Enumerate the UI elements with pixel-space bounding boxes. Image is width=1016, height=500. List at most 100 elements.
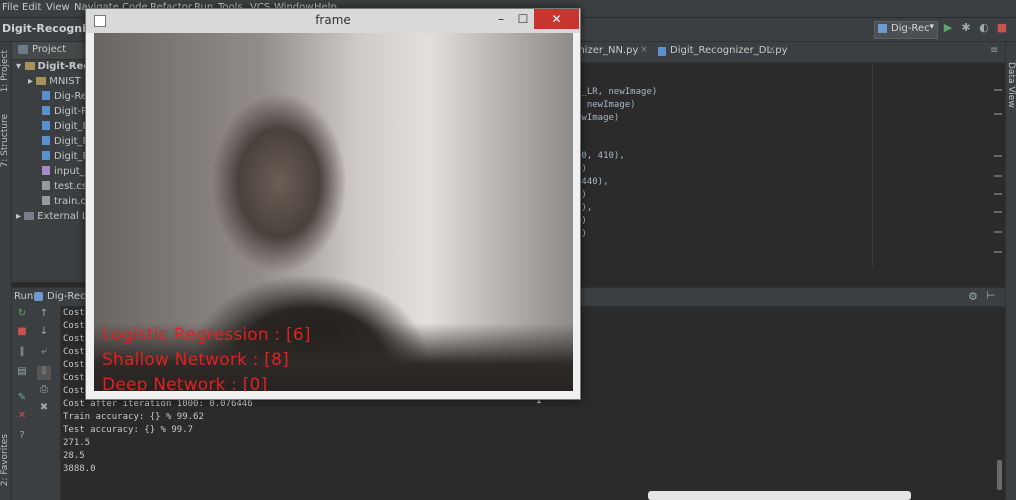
python-file-icon <box>658 47 666 56</box>
close-icon[interactable]: ✕ <box>15 410 29 424</box>
pause-icon[interactable]: ‖ <box>15 346 29 360</box>
folder-icon <box>24 62 35 70</box>
debug-icon[interactable]: ✱ <box>958 21 974 37</box>
code-line: 10, 410), <box>576 151 625 161</box>
stop-icon[interactable]: ■ <box>994 21 1010 37</box>
scroll-to-end-icon[interactable]: ⇩ <box>37 366 51 380</box>
editor-tabs: gnizer_NN.py × Digit_Recognizer_DL.py × … <box>570 42 1005 63</box>
favorites-tool-tab[interactable]: 2: Favorites <box>0 434 10 486</box>
right-margin-guide <box>872 63 873 268</box>
console-line: 28.5 <box>63 451 85 461</box>
console-line: Train accuracy: {} % 99.62 <box>63 412 204 422</box>
run-icon[interactable]: ▶ <box>940 21 956 37</box>
tree-item-label: MNIST <box>49 76 81 87</box>
project-icon <box>18 45 28 54</box>
python-file-icon <box>42 91 50 100</box>
console-line: Cost <box>63 334 85 344</box>
soft-wrap-icon[interactable]: ⤶ <box>37 346 51 360</box>
menu-file[interactable]: File <box>2 2 19 13</box>
code-line: , newImage) <box>576 100 636 110</box>
frame-title-bar[interactable]: frame – ☐ ✕ <box>86 9 580 33</box>
data-view-tool-tab[interactable]: Data View <box>1006 62 1016 108</box>
print-icon[interactable]: ⎙ <box>37 384 51 398</box>
maximize-button[interactable]: ☐ <box>512 9 534 29</box>
code-line: b_LR, newImage) <box>576 87 658 97</box>
collapse-icon: ▸ <box>28 76 37 87</box>
pin-icon[interactable]: ✎ <box>15 392 29 406</box>
gear-icon[interactable]: ⚙ <box>968 290 978 303</box>
folder-icon <box>36 77 47 85</box>
python-file-icon <box>42 151 50 160</box>
coverage-icon[interactable]: ◐ <box>976 21 992 37</box>
minimize-button[interactable]: – <box>490 9 512 29</box>
image-file-icon <box>42 166 50 175</box>
help-icon[interactable]: ? <box>15 430 29 444</box>
down-arrow-icon[interactable]: ↓ <box>37 326 51 340</box>
console-line: Cost <box>63 321 85 331</box>
error-stripe-mark[interactable] <box>994 231 1002 233</box>
project-panel: Project ▾ Digit-Reco ▸ MNIST Dig-Rec Dig… <box>12 42 97 282</box>
stop-icon[interactable]: ■ <box>15 326 29 340</box>
python-icon <box>34 292 43 301</box>
up-arrow-icon[interactable]: ↑ <box>37 308 51 322</box>
hide-panel-icon[interactable]: ⊢ <box>986 289 996 302</box>
console-line: Cost <box>63 386 85 396</box>
console-line: Cost <box>63 360 85 370</box>
error-stripe-mark[interactable] <box>994 89 1002 91</box>
run-config-select[interactable]: Dig-Rec ▾ <box>874 21 938 39</box>
console-line: Test accuracy: {} % 99.7 <box>63 425 194 435</box>
menu-view[interactable]: View <box>46 2 70 13</box>
left-tool-strip: 1: Project 7: Structure 2: Favorites <box>0 42 12 500</box>
close-button[interactable]: ✕ <box>534 9 579 29</box>
run-toolbar: ↻ ↑ ■ ↓ ‖ ⤶ ▤ ⇩ ⎙ ✎ ✖ ✕ ? <box>12 306 61 500</box>
logistic-regression-prediction: Logistic Regression : [6] <box>102 325 311 345</box>
right-tool-strip: Data View <box>1005 42 1016 500</box>
tree-item[interactable]: input_d <box>42 166 91 177</box>
console-line: Cost <box>63 373 85 383</box>
project-panel-header: Project <box>12 42 92 60</box>
deep-network-prediction: Deep Network : [0] <box>102 375 268 391</box>
tab-list-icon[interactable]: ≡ <box>990 45 998 56</box>
python-file-icon <box>42 136 50 145</box>
close-icon[interactable]: × <box>768 45 776 55</box>
tree-item[interactable]: ▸ MNIST <box>28 76 81 87</box>
collapse-icon: ▸ <box>16 211 25 222</box>
console-line: Cost <box>63 308 85 318</box>
error-stripe-mark[interactable] <box>994 193 1002 195</box>
run-tab-label[interactable]: Dig-Rec <box>47 291 86 302</box>
webcam-video-feed: Logistic Regression : [6] Shallow Networ… <box>94 33 573 391</box>
console-line: Cost <box>63 347 85 357</box>
console-line: Cost after iteration 1000: 0.076446 <box>63 399 253 409</box>
run-panel-title: Run <box>14 291 34 302</box>
trash-icon[interactable]: ✖ <box>37 402 51 416</box>
console-line: 3888.0 <box>63 464 96 474</box>
error-stripe-mark[interactable] <box>994 211 1002 213</box>
rerun-icon[interactable]: ↻ <box>15 308 29 322</box>
menu-edit[interactable]: Edit <box>22 2 41 13</box>
project-tool-tab[interactable]: 1: Project <box>0 50 10 92</box>
tab-nn[interactable]: gnizer_NN.py <box>572 45 638 56</box>
python-file-icon <box>42 106 50 115</box>
error-stripe-mark[interactable] <box>994 155 1002 157</box>
error-stripe-mark[interactable] <box>994 113 1002 115</box>
code-editor[interactable]: b_LR, newImage) , newImage) ewImage) 10,… <box>570 63 1005 281</box>
csv-file-icon <box>42 181 50 190</box>
code-line: ewImage) <box>576 113 620 123</box>
horizontal-scrollbar[interactable] <box>648 491 911 500</box>
library-icon <box>24 212 35 220</box>
restore-layout-icon[interactable]: ▤ <box>15 366 29 380</box>
frame-window[interactable]: frame – ☐ ✕ Logistic Regression : [6] Sh… <box>85 8 581 400</box>
python-file-icon <box>42 121 50 130</box>
structure-tool-tab[interactable]: 7: Structure <box>0 114 10 168</box>
chevron-down-icon: ▾ <box>929 22 934 32</box>
error-stripe-mark[interactable] <box>994 251 1002 253</box>
console-line: 271.5 <box>63 438 91 448</box>
run-config-label: Dig-Rec <box>891 23 930 34</box>
console-scrollbar[interactable] <box>997 460 1002 490</box>
close-icon[interactable]: × <box>640 45 648 55</box>
expand-icon: ▾ <box>16 61 25 72</box>
csv-file-icon <box>42 196 50 205</box>
error-stripe-mark[interactable] <box>994 175 1002 177</box>
project-panel-title: Project <box>32 44 67 55</box>
shallow-network-prediction: Shallow Network : [8] <box>102 350 289 370</box>
